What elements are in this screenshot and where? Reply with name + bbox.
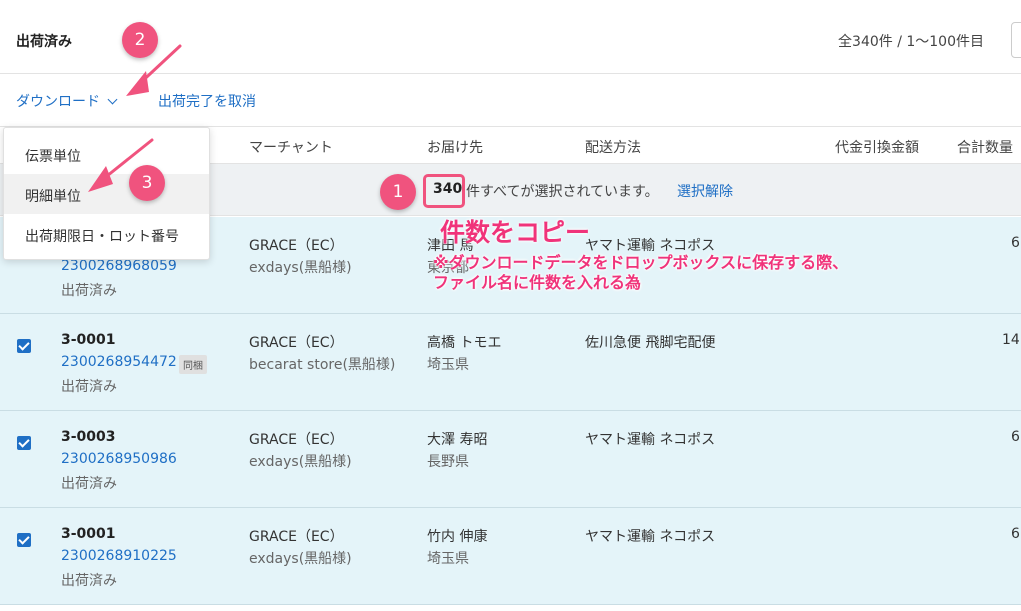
- shipment-status: 出荷済み: [61, 476, 117, 492]
- column-total-qty: 合計数量: [957, 140, 1013, 156]
- action-bar: ダウンロード 出荷完了を取消: [0, 74, 1021, 127]
- recipient-prefecture: 埼玉県: [427, 551, 469, 567]
- result-count: 全340件 / 1〜100件目: [838, 34, 984, 50]
- merchant-name: GRACE（EC）: [249, 238, 344, 254]
- annotation-title: 件数をコピー: [440, 218, 591, 247]
- tracking-number-link[interactable]: 2300268910225: [61, 548, 177, 564]
- shipping-method: 佐川急便 飛脚宅配便: [585, 335, 716, 351]
- row-checkbox[interactable]: [17, 436, 31, 450]
- row-checkbox[interactable]: [17, 533, 31, 547]
- column-merchant: マーチャント: [249, 140, 333, 156]
- menu-item-per-line[interactable]: 明細単位: [4, 174, 209, 214]
- annotation-note-line1: ※ダウンロードデータをドロップボックスに保存する際、: [433, 253, 849, 272]
- recipient-name: 竹内 伸康: [427, 529, 488, 545]
- shop-name: becarat store(黒船様): [249, 357, 396, 373]
- download-label: ダウンロード: [16, 94, 100, 110]
- tracking-number-link[interactable]: 2300268950986: [61, 451, 177, 467]
- shop-name: exdays(黒船様): [249, 260, 352, 276]
- order-code: 3-0003: [61, 429, 116, 445]
- column-recipient: お届け先: [427, 140, 483, 156]
- menu-item-expiry-lot[interactable]: 出荷期限日・ロット番号: [4, 214, 209, 254]
- cancel-shipment-button[interactable]: 出荷完了を取消: [158, 91, 256, 111]
- total-quantity: 6: [1011, 235, 1020, 251]
- row-checkbox[interactable]: [17, 339, 31, 353]
- shipping-method: ヤマト運輸 ネコポス: [585, 432, 716, 448]
- download-button[interactable]: ダウンロード: [16, 91, 118, 111]
- shipment-status: 出荷済み: [61, 573, 117, 589]
- merchant-name: GRACE（EC）: [249, 529, 344, 545]
- merchant-name: GRACE（EC）: [249, 432, 344, 448]
- page-title: 出荷済み: [16, 34, 72, 50]
- step-badge-1: 1: [380, 174, 416, 210]
- chevron-down-icon: [107, 94, 118, 104]
- column-cod-amount: 代金引換金額: [835, 140, 919, 156]
- shipment-status: 出荷済み: [61, 283, 117, 299]
- total-quantity: 6: [1011, 526, 1020, 542]
- bundle-tag: 同梱: [179, 355, 207, 374]
- order-code: 3-0001: [61, 332, 116, 348]
- shipment-status: 出荷済み: [61, 379, 117, 395]
- step-badge-2: 2: [122, 22, 158, 58]
- annotation-note: ※ダウンロードデータをドロップボックスに保存する際、 ファイル名に件数を入れる為: [433, 253, 848, 293]
- step-badge-3: 3: [129, 165, 165, 201]
- menu-item-per-slip[interactable]: 伝票単位: [4, 134, 209, 174]
- download-dropdown-menu: 伝票単位 明細単位 出荷期限日・ロット番号: [3, 127, 210, 260]
- column-shipping-method: 配送方法: [585, 140, 641, 156]
- selection-text: 件すべてが選択されています。: [466, 184, 659, 200]
- recipient-name: 高橋 トモエ: [427, 335, 502, 351]
- recipient-name: 大澤 寿昭: [427, 432, 488, 448]
- recipient-prefecture: 長野県: [427, 454, 469, 470]
- annotation-note-line2: ファイル名に件数を入れる為: [433, 273, 642, 292]
- highlight-box: [423, 174, 465, 208]
- merchant-name: GRACE（EC）: [249, 335, 344, 351]
- order-code: 3-0001: [61, 526, 116, 542]
- total-quantity: 14: [1002, 332, 1020, 348]
- shipping-method: ヤマト運輸 ネコポス: [585, 238, 716, 254]
- table-row[interactable]: 3-0003 2300268950986 出荷済み GRACE（EC） exda…: [0, 411, 1021, 508]
- shipping-method: ヤマト運輸 ネコポス: [585, 529, 716, 545]
- shop-name: exdays(黒船様): [249, 551, 352, 567]
- tracking-number-link[interactable]: 2300268954472: [61, 354, 177, 370]
- recipient-prefecture: 埼玉県: [427, 357, 469, 373]
- tracking-number-link[interactable]: 2300268968059: [61, 258, 177, 274]
- table-row[interactable]: 3-0001 2300268954472 同梱 出荷済み GRACE（EC） b…: [0, 314, 1021, 411]
- clear-selection-link[interactable]: 選択解除: [677, 181, 733, 201]
- shop-name: exdays(黒船様): [249, 454, 352, 470]
- total-quantity: 6: [1011, 429, 1020, 445]
- table-row[interactable]: 3-0001 2300268910225 出荷済み GRACE（EC） exda…: [0, 508, 1021, 605]
- pagination-button[interactable]: [1011, 22, 1021, 58]
